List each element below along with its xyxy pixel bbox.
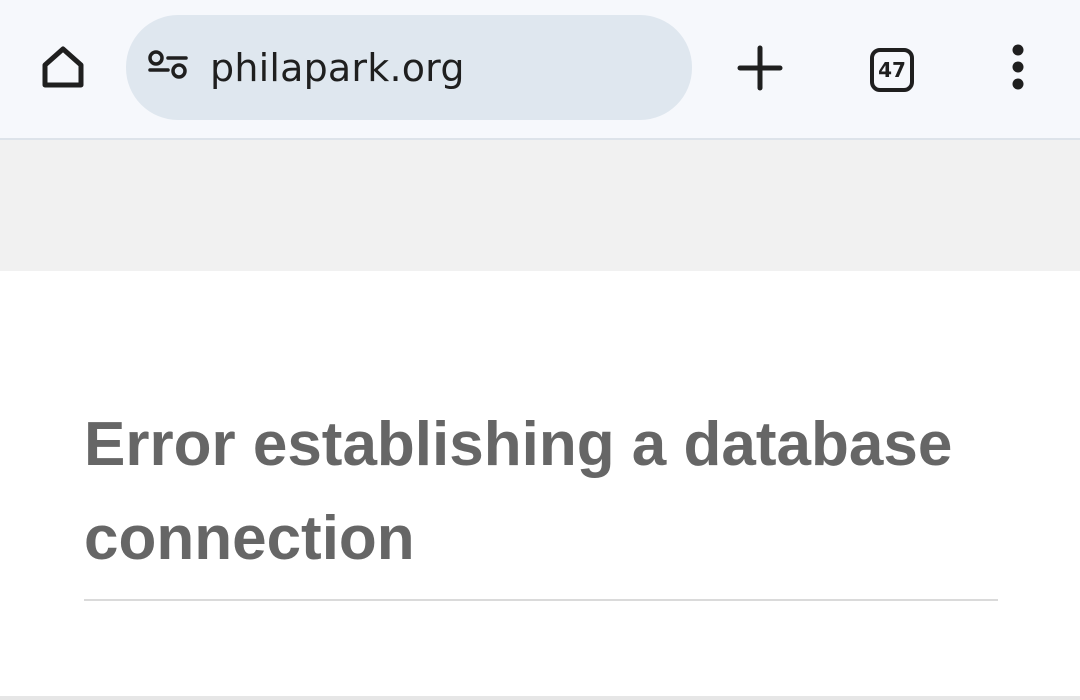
plus-icon — [736, 44, 784, 97]
home-icon — [37, 41, 89, 98]
url-text[interactable]: philapark.org — [210, 46, 465, 90]
address-bar[interactable]: philapark.org — [126, 15, 692, 120]
page-bottom-edge — [0, 696, 1080, 700]
page-header-band — [0, 140, 1080, 271]
divider — [84, 599, 998, 601]
new-tab-button[interactable] — [730, 40, 790, 100]
error-title: Error establishing a database connection — [84, 410, 953, 573]
menu-button[interactable] — [990, 38, 1046, 100]
tab-count: 47 — [878, 58, 906, 82]
home-button[interactable] — [30, 36, 96, 102]
browser-toolbar: philapark.org 47 — [0, 0, 1080, 140]
more-vert-icon — [1008, 42, 1028, 97]
tune-icon[interactable] — [146, 46, 190, 90]
tab-switcher-icon: 47 — [870, 48, 914, 92]
tab-switcher-button[interactable]: 47 — [862, 40, 922, 100]
